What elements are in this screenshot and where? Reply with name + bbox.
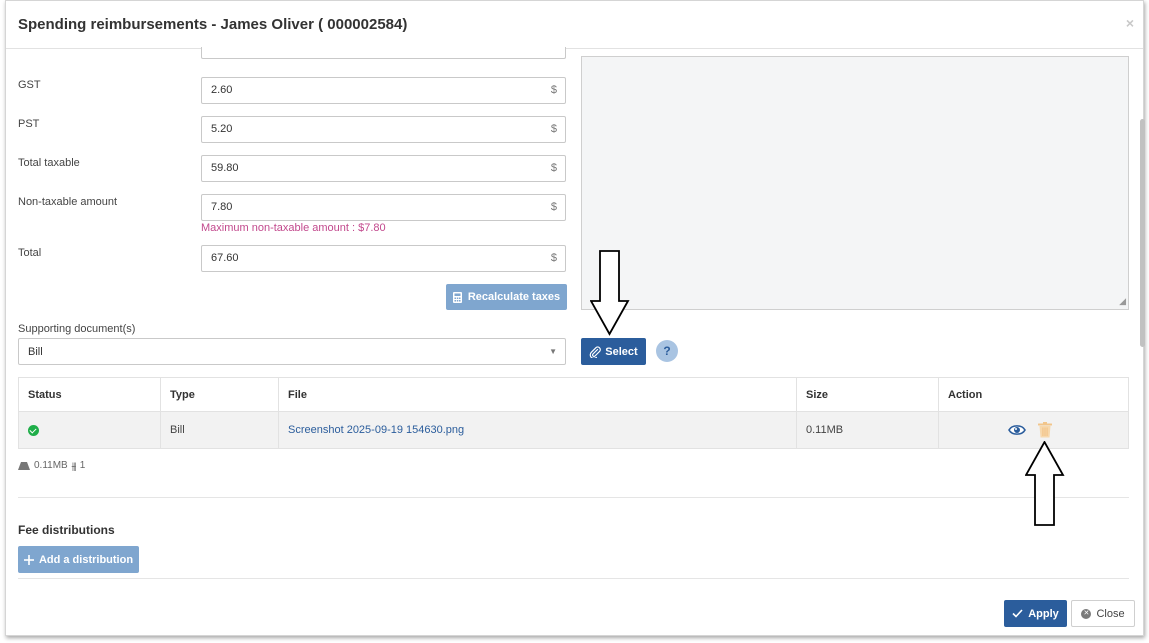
dollar-icon: $ <box>550 84 557 96</box>
footer-divider <box>18 578 1129 579</box>
scrolled-amount-field[interactable] <box>201 47 566 59</box>
paperclip-icon <box>589 345 602 358</box>
gst-value: 2.60 <box>211 84 233 96</box>
select-button-label: Select <box>605 345 638 358</box>
dollar-icon: $ <box>550 162 557 174</box>
non-taxable-hint: Maximum non-taxable amount : $7.80 <box>201 222 386 234</box>
checkmark-icon <box>1012 609 1023 618</box>
close-label: Close <box>1096 607 1125 620</box>
column-header-file: File <box>278 377 797 412</box>
dollar-icon: $ <box>550 201 557 213</box>
gst-label: GST <box>18 79 41 91</box>
summary-size: 0.11MB <box>34 460 68 471</box>
add-distribution-button[interactable]: Add a distribution <box>18 546 139 573</box>
total-label: Total <box>18 247 42 259</box>
summary-count: 1 <box>79 460 86 471</box>
documents-summary: 0.11MB ||| 1 <box>18 460 85 471</box>
caret-down-icon: ▼ <box>549 347 557 356</box>
resize-grip-icon[interactable]: ◢ <box>1119 296 1126 307</box>
plus-icon <box>23 554 34 565</box>
down-arrow-annotation <box>590 250 630 336</box>
total-taxable-field[interactable]: 59.80 $ <box>201 155 566 182</box>
help-icon[interactable]: ? <box>656 340 678 362</box>
type-cell: Bill <box>160 411 279 449</box>
total-field[interactable]: 67.60 $ <box>201 245 566 272</box>
close-circle-icon: ✕ <box>1081 608 1092 619</box>
total-taxable-value: 59.80 <box>211 162 239 174</box>
dialog-close-icon[interactable]: × <box>1126 15 1134 31</box>
non-taxable-field[interactable]: 7.80 $ <box>201 194 566 221</box>
column-header-status: Status <box>18 377 161 412</box>
column-header-type: Type <box>160 377 279 412</box>
trash-icon[interactable] <box>1038 422 1052 438</box>
status-cell <box>18 411 161 449</box>
close-button[interactable]: ✕ Close <box>1071 600 1135 627</box>
weight-icon <box>18 462 30 470</box>
size-cell: 0.11MB <box>796 411 939 449</box>
dialog-header: Spending reimbursements - James Oliver (… <box>6 1 1143 49</box>
file-link[interactable]: Screenshot 2025-09-19 154630.png <box>278 411 797 449</box>
apply-label: Apply <box>1028 607 1059 620</box>
gst-field[interactable]: 2.60 $ <box>201 77 566 104</box>
eye-icon[interactable] <box>1008 423 1026 437</box>
recalculate-taxes-label: Recalculate taxes <box>467 291 561 303</box>
dialog-title: Spending reimbursements - James Oliver (… <box>18 16 408 33</box>
pst-field[interactable]: 5.20 $ <box>201 116 566 143</box>
total-value: 67.60 <box>211 252 239 264</box>
notes-textarea[interactable]: ◢ <box>581 56 1129 310</box>
document-type-value: Bill <box>28 346 43 358</box>
table-row: Bill Screenshot 2025-09-19 154630.png 0.… <box>18 411 1129 449</box>
calculator-icon <box>452 291 462 303</box>
non-taxable-label: Non-taxable amount <box>18 196 118 208</box>
non-taxable-value: 7.80 <box>211 201 233 213</box>
apply-button[interactable]: Apply <box>1004 600 1067 627</box>
column-header-size: Size <box>796 377 939 412</box>
supporting-documents-label: Supporting document(s) <box>18 323 136 335</box>
up-arrow-annotation <box>1025 441 1065 526</box>
total-taxable-label: Total taxable <box>18 157 80 169</box>
dollar-icon: $ <box>550 123 557 135</box>
reimbursement-dialog: Spending reimbursements - James Oliver (… <box>5 0 1145 636</box>
check-circle-icon <box>28 424 39 436</box>
fee-distributions-title: Fee distributions <box>18 523 115 537</box>
pst-value: 5.20 <box>211 123 233 135</box>
select-file-button[interactable]: Select <box>581 338 646 365</box>
add-distribution-label: Add a distribution <box>38 553 134 566</box>
dialog-scrollbar[interactable] <box>1140 119 1145 347</box>
dollar-icon: $ <box>550 252 557 264</box>
table-header-row: Status Type File Size Action <box>18 377 1129 412</box>
document-type-select[interactable]: Bill ▼ <box>18 338 566 365</box>
column-header-action: Action <box>938 377 1129 412</box>
section-divider <box>18 497 1129 498</box>
documents-table: Status Type File Size Action Bill Screen… <box>18 377 1129 449</box>
count-icon: ||| <box>71 460 77 471</box>
pst-label: PST <box>18 118 40 130</box>
recalculate-taxes-button[interactable]: Recalculate taxes <box>446 284 567 310</box>
